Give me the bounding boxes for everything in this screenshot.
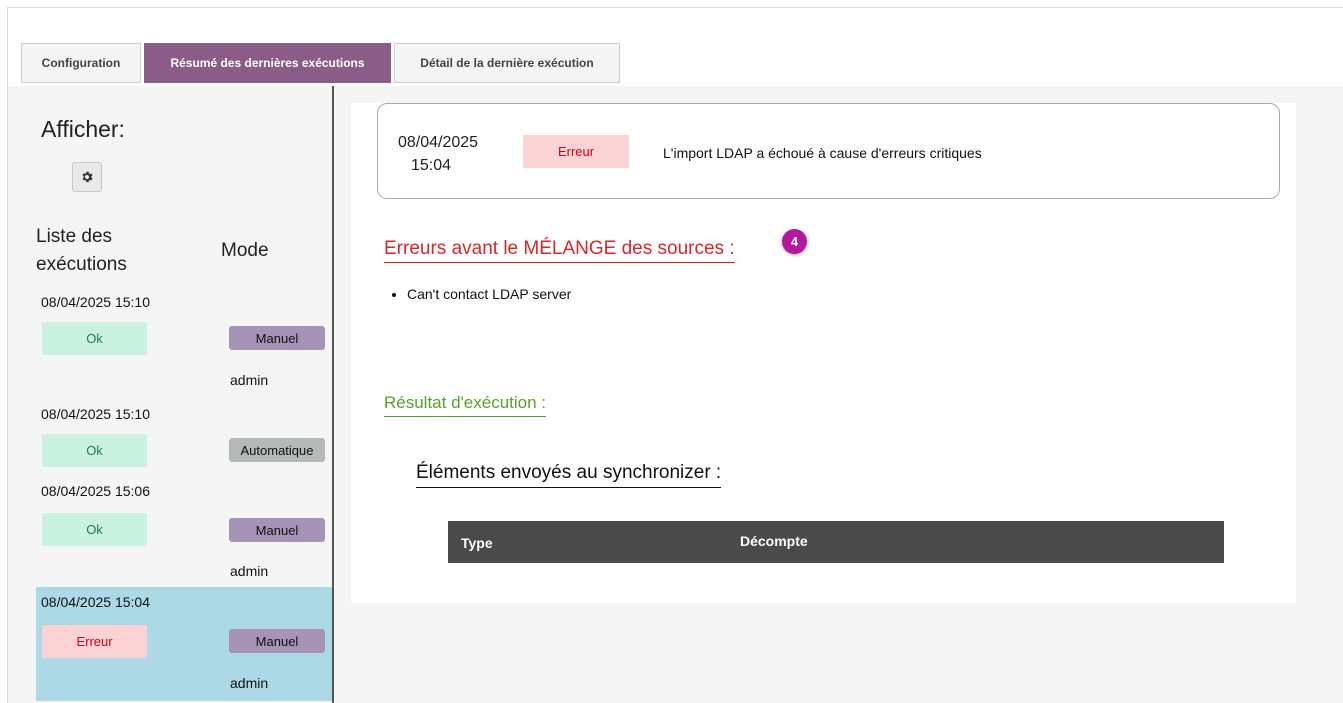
execution-user: admin <box>230 372 269 388</box>
summary-datetime: 08/04/2025 15:04 <box>398 131 479 177</box>
result-section-title: Résultat d'exécution : <box>384 393 547 417</box>
step-number-badge: 4 <box>782 229 807 254</box>
execution-item[interactable]: 08/04/2025 15:10 Ok Automatique <box>36 399 332 479</box>
errors-section-title: Erreurs avant le MÉLANGE des sources : <box>384 238 735 263</box>
column-header-decompte[interactable]: Décompte <box>740 533 808 549</box>
execution-item-selected[interactable]: 08/04/2025 15:04 Erreur Manuel admin <box>36 587 332 701</box>
summary-status-badge: Erreur <box>523 135 629 168</box>
status-badge: Erreur <box>42 625 147 658</box>
status-badge: Ok <box>42 513 147 546</box>
status-badge: Ok <box>42 434 147 467</box>
executions-sidebar: Afficher: Liste des exécutions Mode 08/0… <box>36 86 334 703</box>
tab-detail-derniere-execution[interactable]: Détail de la dernière exécution <box>394 43 620 83</box>
execution-date: 08/04/2025 15:10 <box>41 406 150 422</box>
execution-item[interactable]: 08/04/2025 15:10 Ok Manuel admin <box>36 287 332 399</box>
app-frame: Configuration Résumé des dernières exécu… <box>7 7 1343 703</box>
execution-item[interactable]: 08/04/2025 15:06 Ok Manuel admin <box>36 479 332 585</box>
settings-button[interactable] <box>72 162 102 192</box>
mode-badge: Manuel <box>229 326 325 350</box>
afficher-label: Afficher: <box>41 116 125 142</box>
execution-date: 08/04/2025 15:06 <box>41 483 150 499</box>
sync-table-header: Type Décompte <box>448 521 1224 563</box>
error-item: Can't contact LDAP server <box>407 286 571 302</box>
summary-message: L'import LDAP a échoué à cause d'erreurs… <box>663 145 982 161</box>
gear-icon <box>82 171 93 183</box>
tab-bar: Configuration Résumé des dernières exécu… <box>8 8 1343 86</box>
mode-badge: Automatique <box>229 438 325 462</box>
execution-user: admin <box>230 675 269 691</box>
sync-section-title: Éléments envoyés au synchronizer : <box>416 462 722 488</box>
execution-detail-panel: 08/04/2025 15:04 Erreur L'import LDAP a … <box>351 103 1296 603</box>
execution-user: admin <box>230 563 269 579</box>
tab-resume-executions[interactable]: Résumé des dernières exécutions <box>144 43 391 83</box>
summary-time: 15:04 <box>410 157 452 174</box>
status-badge: Ok <box>42 322 147 355</box>
summary-date: 08/04/2025 <box>398 134 479 151</box>
column-header-type[interactable]: Type <box>461 535 493 551</box>
list-header: Liste des exécutions <box>36 226 127 275</box>
errors-list: Can't contact LDAP server <box>391 286 571 302</box>
tab-configuration[interactable]: Configuration <box>21 43 141 83</box>
execution-date: 08/04/2025 15:10 <box>41 294 150 310</box>
execution-date: 08/04/2025 15:04 <box>41 594 150 610</box>
execution-summary-card: 08/04/2025 15:04 Erreur L'import LDAP a … <box>377 103 1280 199</box>
mode-badge: Manuel <box>229 518 325 542</box>
mode-header: Mode <box>221 240 269 261</box>
mode-badge: Manuel <box>229 629 325 653</box>
